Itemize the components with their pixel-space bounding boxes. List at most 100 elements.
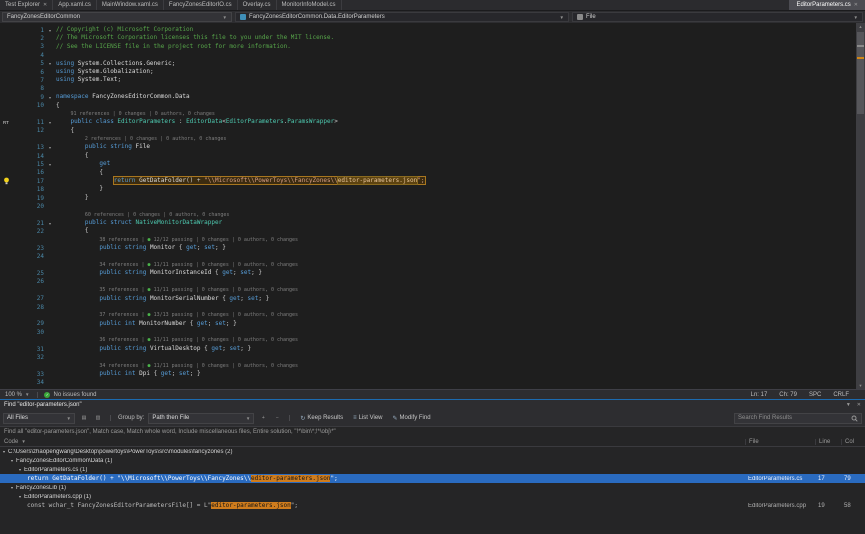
keep-results-toggle[interactable]: ↻ Keep Results xyxy=(297,413,346,424)
fold-chevron-icon[interactable]: ▾ xyxy=(44,95,56,100)
tab-app-xaml-cs[interactable]: App.xaml.cs xyxy=(53,0,97,10)
code-text: public int MonitorNumber { get; set; } xyxy=(56,320,237,328)
code-seg: { xyxy=(175,244,186,251)
code-seg xyxy=(56,143,85,150)
code-line: 15▾ get xyxy=(0,160,856,168)
chevron-expanded-icon[interactable]: ▾ xyxy=(19,467,21,472)
code-seg: System.Collections.Generic xyxy=(78,60,172,67)
modify-find-button[interactable]: ✎ Modify Find xyxy=(390,413,434,424)
code-line: 3// See the LICENSE file in the project … xyxy=(0,43,856,51)
code-seg xyxy=(56,295,99,302)
issues-indicator[interactable]: ✓ No issues found xyxy=(41,392,99,398)
fold-chevron-icon[interactable]: ▾ xyxy=(44,145,56,150)
code-seg: "; xyxy=(291,502,298,509)
chevron-expanded-icon[interactable]: ▾ xyxy=(3,449,5,454)
project-dropdown[interactable]: FancyZonesEditorCommon ▼ xyxy=(2,12,232,22)
line-number: 27 xyxy=(26,295,44,302)
column-code[interactable]: Code xyxy=(4,439,18,445)
code-area: 1▾// Copyright (c) Microsoft Corporation… xyxy=(0,26,856,387)
tab-editorparameters-cs[interactable]: EditorParameters.cs ✕ xyxy=(789,0,865,10)
file-filter-dropdown[interactable]: All Files ▼ xyxy=(3,413,75,424)
copy-results-icon[interactable]: ▥ xyxy=(93,413,103,423)
code-text: { xyxy=(56,227,89,235)
editor-scrollbar[interactable]: ▲ ▼ xyxy=(856,23,865,389)
fold-chevron-icon[interactable]: ▾ xyxy=(44,120,56,125)
tab-fancyzoneseditorio-cs[interactable]: FancyZonesEditorIO.cs xyxy=(164,0,238,10)
find-result-row[interactable]: return GetDataFolder() + "\\Microsoft\\P… xyxy=(0,474,865,483)
fold-chevron-icon[interactable]: ▾ xyxy=(44,162,56,167)
tab-overlay-cs[interactable]: Overlay.cs xyxy=(238,0,277,10)
code-line: 29 public int MonitorNumber { get; set; … xyxy=(0,320,856,328)
code-line: 8 xyxy=(0,85,856,93)
current-line-box: return GetDataFolder() + "\\Microsoft\\P… xyxy=(114,177,425,184)
find-panel-header[interactable]: Find "editor-parameters.json" ▼ ✕ xyxy=(0,400,865,410)
line-number: 16 xyxy=(26,169,44,176)
close-icon[interactable]: ✕ xyxy=(854,2,858,8)
member-dropdown[interactable]: File ▼ xyxy=(572,12,863,22)
find-group-row[interactable]: ▾C:\Users\zhaopengwang\Desktop\powertoys… xyxy=(0,447,865,456)
find-group-row[interactable]: ▾EditorParameters.cpp (1) xyxy=(0,492,865,501)
code-seg xyxy=(56,236,99,243)
scroll-up-icon[interactable]: ▲ xyxy=(856,23,865,30)
scroll-down-icon[interactable]: ▼ xyxy=(856,382,865,389)
code-seg: "; xyxy=(417,177,424,184)
find-group-row[interactable]: ▾EditorParameters.cs (1) xyxy=(0,465,865,474)
chevron-expanded-icon[interactable]: ▾ xyxy=(19,494,21,499)
code-seg: > xyxy=(334,118,338,125)
column-col[interactable]: Col xyxy=(841,439,865,445)
code-text: 37 references | ● 13/13 passing | 0 chan… xyxy=(56,311,298,319)
chevron-down-icon[interactable]: ▼ xyxy=(846,402,851,408)
line-number: 13 xyxy=(26,144,44,151)
tab-mainwindow-xaml-cs[interactable]: MainWindow.xaml.cs xyxy=(97,0,164,10)
close-icon[interactable]: ✕ xyxy=(857,402,861,408)
code-seg: Dpi xyxy=(139,370,150,377)
open-results-icon[interactable]: ▤ xyxy=(79,413,89,423)
lightbulb-icon[interactable] xyxy=(0,177,26,185)
line-number: 20 xyxy=(26,203,44,210)
fold-chevron-icon[interactable]: ▾ xyxy=(44,61,56,66)
result-line: 19 xyxy=(815,503,841,509)
code-seg: set xyxy=(204,244,215,251)
code-seg: } xyxy=(56,185,103,192)
code-line: 4 xyxy=(0,51,856,59)
line-number: 19 xyxy=(26,195,44,202)
fold-chevron-icon[interactable]: ▾ xyxy=(44,221,56,226)
scrollbar-match-marker xyxy=(857,57,864,59)
column-line[interactable]: Line xyxy=(815,439,841,445)
code-text: 35 references | ● 11/11 passing | 0 chan… xyxy=(56,286,298,294)
modify-find-label: Modify Find xyxy=(400,415,431,421)
tab-monitorinfomodel-cs[interactable]: MonitorInfoModel.cs xyxy=(277,0,342,10)
close-icon[interactable]: ✕ xyxy=(43,2,47,8)
search-find-results-input[interactable]: Search Find Results xyxy=(734,413,862,424)
codelens-row: 91 references | 0 changes | 0 authors, 0… xyxy=(0,110,856,118)
find-result-row[interactable]: const wchar_t FancyZonesEditorParameters… xyxy=(0,501,865,510)
code-line: 13▾ public string File xyxy=(0,143,856,151)
codelens-row: 34 references | ● 11/11 passing | 0 chan… xyxy=(0,362,856,370)
code-seg: get xyxy=(161,370,172,377)
zoom-control[interactable]: 100 % ▼ xyxy=(0,392,34,398)
code-seg: | 0 changes | 0 authors, 0 changes xyxy=(193,337,298,343)
project-name: FancyZonesEditorCommon xyxy=(7,14,80,20)
column-file[interactable]: File xyxy=(745,439,815,445)
group-by-dropdown[interactable]: Path then File ▼ xyxy=(148,413,254,424)
code-seg: ; } xyxy=(215,244,226,251)
chevron-expanded-icon[interactable]: ▾ xyxy=(11,458,13,463)
chevron-down-icon: ▼ xyxy=(223,15,227,20)
line-number: 24 xyxy=(26,253,44,260)
chevron-expanded-icon[interactable]: ▾ xyxy=(11,485,13,490)
tab-test-explorer[interactable]: Test Explorer✕ xyxy=(0,0,53,10)
code-seg: { xyxy=(56,102,60,109)
fold-chevron-icon[interactable]: ▾ xyxy=(44,28,56,33)
issues-text: No issues found xyxy=(53,392,96,398)
code-editor[interactable]: 1▾// Copyright (c) Microsoft Corporation… xyxy=(0,23,856,389)
code-line: 31 public string VirtualDesktop { get; s… xyxy=(0,345,856,353)
find-group-row[interactable]: ▾FancyZonesEditorCommon\Data (1) xyxy=(0,456,865,465)
code-text: { xyxy=(56,102,60,110)
type-dropdown[interactable]: FancyZonesEditorCommon.Data.EditorParame… xyxy=(235,12,569,22)
line-number: 22 xyxy=(26,228,44,235)
code-seg: NativeMonitorDataWrapper xyxy=(135,219,222,226)
find-group-row[interactable]: ▾FancyZonesLib (1) xyxy=(0,483,865,492)
list-view-button[interactable]: ≡ List View xyxy=(350,413,385,424)
collapse-all-icon[interactable]: − xyxy=(272,413,282,423)
expand-all-icon[interactable]: + xyxy=(258,413,268,423)
